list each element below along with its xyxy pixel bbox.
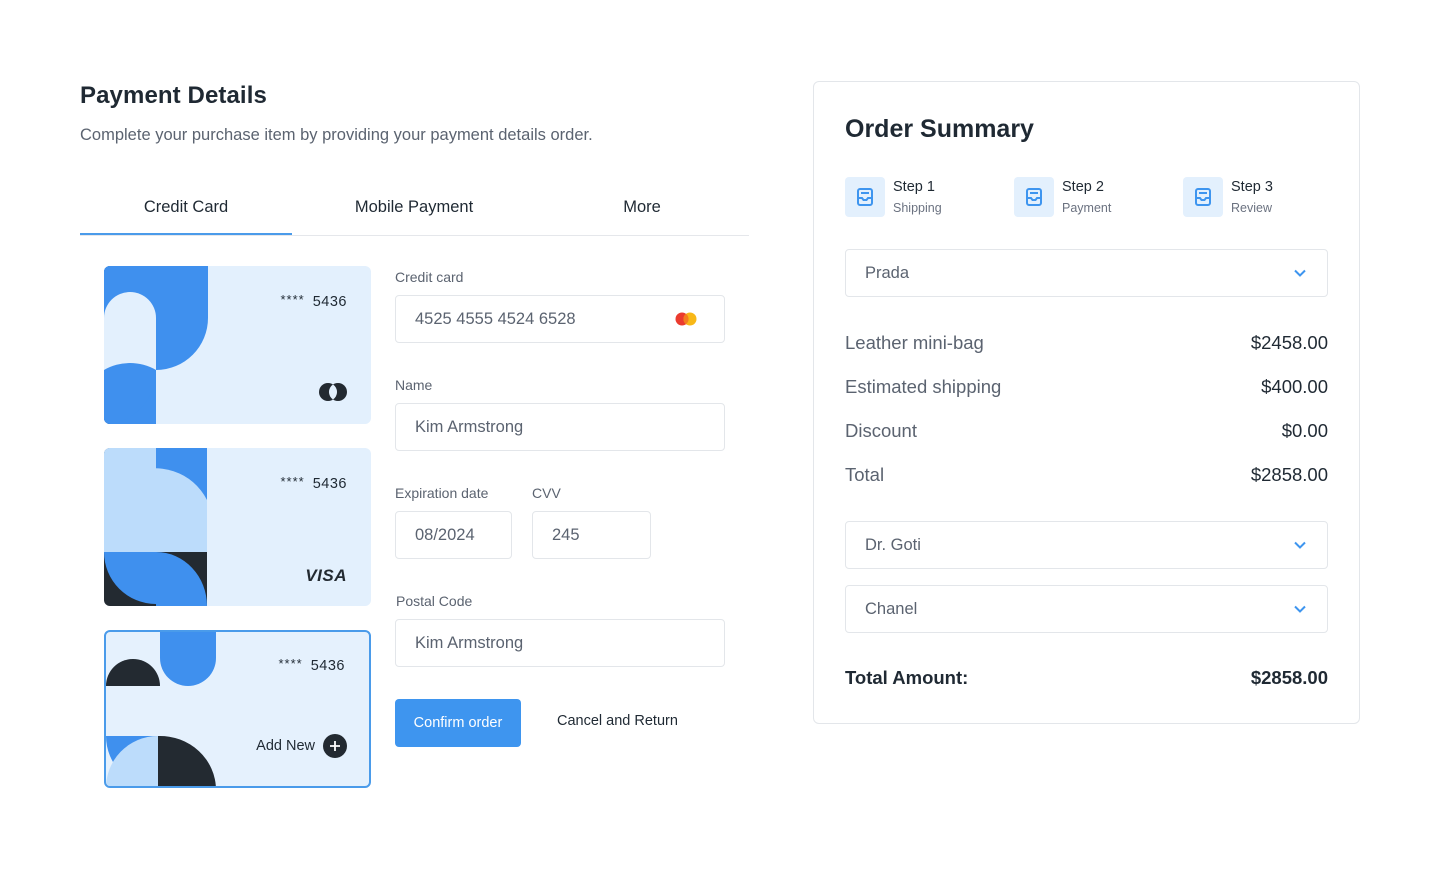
add-new-button[interactable]: Add New [256,734,347,758]
chevron-down-icon [1294,605,1306,613]
name-label: Name [395,377,433,393]
credit-card-label: Credit card [395,269,464,285]
cvv-label: CVV [532,485,561,501]
card-mask: **** [280,474,305,489]
cvv-input[interactable]: 245 [532,511,651,559]
step-subtitle: Payment [1062,201,1112,215]
inbox-icon [1183,177,1223,217]
brand-select[interactable]: Prada [845,249,1328,297]
item-label: Leather mini-bag [845,332,984,353]
brand-select-secondary-value: Chanel [865,600,918,618]
shipping-label: Estimated shipping [845,376,1002,397]
discount-value: $0.00 [1281,420,1328,441]
inbox-icon [845,177,885,217]
total-value: $2858.00 [1250,464,1328,485]
card-mask: **** [278,656,303,671]
add-new-label: Add New [256,738,315,754]
step-shipping[interactable]: Step 1 Shipping [845,177,975,217]
step-title: Step 2 [1062,179,1104,195]
card-last4: 5436 [312,294,347,310]
plus-circle-icon [323,734,347,758]
credit-card-number-input[interactable]: 4525 4555 4524 6528 [395,295,725,343]
mastercard-mono-icon [319,383,347,401]
tab-more[interactable]: More [536,190,748,236]
confirm-order-button[interactable]: Confirm order [395,699,521,747]
brand-select-secondary[interactable]: Chanel [845,585,1328,633]
page-title: Payment Details [80,82,267,109]
postal-code-label: Postal Code [396,593,473,609]
credit-card-number-value: 4525 4555 4524 6528 [415,310,576,328]
mastercard-icon [675,312,697,326]
inbox-icon [1014,177,1054,217]
step-subtitle: Review [1231,201,1272,215]
expiration-input[interactable]: 08/2024 [395,511,512,559]
total-label: Total [845,464,885,485]
seller-select[interactable]: Dr. Goti [845,521,1328,569]
name-input[interactable]: Kim Armstrong [395,403,725,451]
postal-code-input[interactable]: Kim Armstrong [395,619,725,667]
saved-card-visa[interactable]: **** 5436 VISA [104,448,371,606]
brand-select-value: Prada [865,264,910,282]
step-title: Step 3 [1231,179,1273,195]
step-subtitle: Shipping [893,201,942,215]
card-last4: 5436 [310,658,345,674]
add-new-card[interactable]: **** 5436 Add New [104,630,371,788]
tab-mobile-payment[interactable]: Mobile Payment [308,190,520,236]
chevron-down-icon [1294,541,1306,549]
card-mask: **** [280,292,305,307]
visa-logo: VISA [305,566,347,585]
chevron-down-icon [1294,269,1306,277]
step-payment[interactable]: Step 2 Payment [1014,177,1144,217]
step-title: Step 1 [893,179,935,195]
shipping-value: $400.00 [1261,376,1328,397]
order-summary-title: Order Summary [845,115,1034,143]
saved-card-mastercard[interactable]: **** 5436 [104,266,371,424]
step-review[interactable]: Step 3 Review [1183,177,1313,217]
seller-select-value: Dr. Goti [865,536,921,554]
expiration-label: Expiration date [395,485,489,501]
item-value: $2458.00 [1250,332,1328,353]
page-subtitle: Complete your purchase item by providing… [80,126,593,144]
discount-label: Discount [845,420,917,441]
total-amount-label: Total Amount: [845,667,969,688]
card-last4: 5436 [312,476,347,492]
cancel-and-return-button[interactable]: Cancel and Return [557,713,678,729]
total-amount-value: $2858.00 [1250,667,1328,688]
payment-method-tabs: Credit Card Mobile Payment More [80,190,749,236]
tab-credit-card[interactable]: Credit Card [80,190,292,235]
